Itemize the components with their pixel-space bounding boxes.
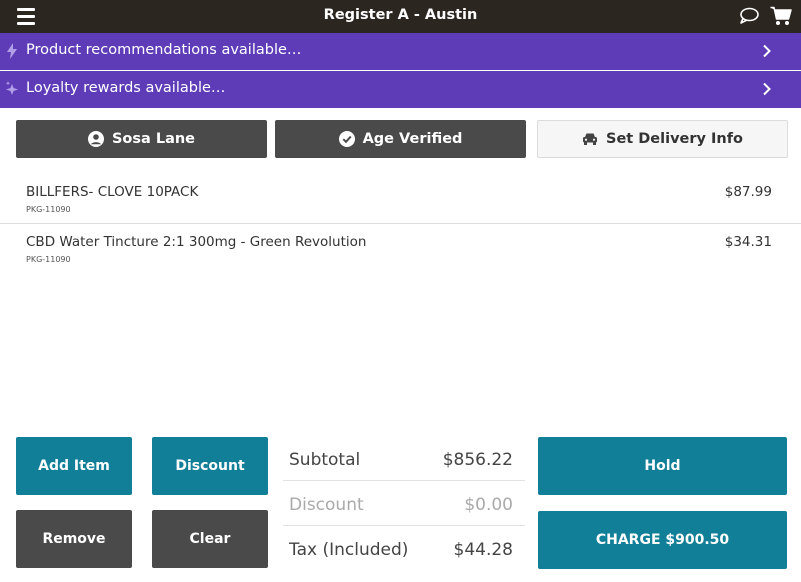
- banner-text: Loyalty rewards available…: [26, 80, 226, 96]
- age-verified-button[interactable]: Age Verified: [275, 120, 526, 158]
- discount-button[interactable]: Discount: [152, 437, 268, 495]
- hold-button[interactable]: Hold: [538, 437, 787, 495]
- loyalty-rewards-banner[interactable]: Loyalty rewards available…: [0, 71, 801, 108]
- lightning-icon: [7, 43, 17, 59]
- age-verified-label: Age Verified: [362, 131, 463, 147]
- tax-row: Tax (Included) $44.28: [283, 527, 525, 571]
- discount-row: Discount $0.00: [283, 482, 525, 526]
- chevron-right-icon: [763, 82, 771, 96]
- customer-name: Sosa Lane: [111, 131, 196, 147]
- remove-button[interactable]: Remove: [16, 510, 132, 568]
- cart-item-name: BILLFERS- CLOVE 10PACK: [26, 184, 199, 200]
- banner-text: Product recommendations available…: [26, 42, 302, 58]
- charge-button[interactable]: CHARGE $900.50: [538, 511, 787, 569]
- subtotal-row: Subtotal $856.22: [283, 437, 525, 481]
- cart-item-price: $87.99: [724, 184, 772, 200]
- register-title: Register A - Austin: [323, 7, 478, 23]
- subtotal-label: Subtotal: [289, 450, 361, 470]
- set-delivery-info-label: Set Delivery Info: [606, 131, 743, 147]
- tax-label: Tax (Included): [289, 540, 409, 560]
- cart-item-name: CBD Water Tincture 2:1 300mg - Green Rev…: [26, 234, 367, 250]
- car-icon: [583, 133, 597, 145]
- cart-icon[interactable]: [770, 6, 792, 26]
- chevron-right-icon: [763, 44, 771, 58]
- cart-item-sku: PKG-11090: [26, 255, 71, 264]
- cart-item-sku: PKG-11090: [26, 205, 71, 214]
- discount-value: $0.00: [464, 495, 513, 515]
- sparkle-icon: [5, 81, 18, 95]
- subtotal-value: $856.22: [442, 450, 513, 470]
- cart-item-row[interactable]: BILLFERS- CLOVE 10PACK PKG-11090 $87.99: [0, 174, 801, 224]
- tax-value: $44.28: [453, 540, 513, 560]
- totals-panel: Subtotal $856.22 Discount $0.00 Tax (Inc…: [283, 437, 525, 570]
- check-circle-icon: [338, 131, 355, 147]
- product-recommendations-banner[interactable]: Product recommendations available…: [0, 33, 801, 70]
- customer-button[interactable]: Sosa Lane: [16, 120, 267, 158]
- cart-item-row[interactable]: CBD Water Tincture 2:1 300mg - Green Rev…: [0, 224, 801, 274]
- top-bar: Register A - Austin: [0, 0, 801, 33]
- set-delivery-info-button[interactable]: Set Delivery Info: [537, 120, 788, 158]
- clear-button[interactable]: Clear: [152, 510, 268, 568]
- discount-label: Discount: [289, 495, 364, 515]
- add-item-button[interactable]: Add Item: [16, 437, 132, 495]
- cart-item-price: $34.31: [724, 234, 772, 250]
- user-circle-icon: [87, 131, 104, 147]
- chat-bubble-icon[interactable]: [739, 7, 759, 25]
